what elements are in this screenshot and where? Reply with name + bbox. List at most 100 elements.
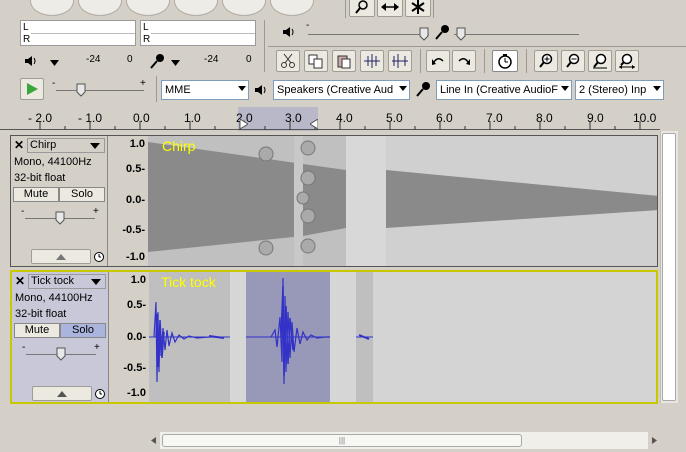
scale-label: 0.5- <box>127 299 146 311</box>
toolbar-separator <box>264 20 265 72</box>
transport-button-record[interactable] <box>270 0 314 16</box>
track-tick-tock[interactable]: ✕ Tick tock Mono, 44100Hz 32-bit float M… <box>10 270 658 404</box>
track-control-panel: ✕ Tick tock Mono, 44100Hz 32-bit float M… <box>12 272 109 402</box>
zoom-in-icon <box>539 53 553 68</box>
undo-button[interactable] <box>426 50 450 72</box>
slider-thumb-icon[interactable] <box>76 83 86 97</box>
silence-button[interactable] <box>388 50 412 72</box>
waveform-area[interactable]: Chirp <box>148 136 657 266</box>
slider-minus-label: - <box>306 20 310 31</box>
playback-volume-slider[interactable]: - <box>306 20 431 41</box>
slider-plus-label: + <box>94 342 100 353</box>
close-icon[interactable]: ✕ <box>15 274 25 288</box>
scale-label: -0.5- <box>122 224 145 236</box>
speaker-icon[interactable] <box>24 55 38 67</box>
toolbar-separator <box>433 0 434 18</box>
input-device-select[interactable]: Line In (Creative AudioF <box>436 80 572 100</box>
meter-divider <box>151 33 255 34</box>
selection-end-marker[interactable] <box>310 119 318 129</box>
timeshift-tool-button[interactable] <box>377 0 403 17</box>
scrollbar-grip: ||| <box>338 436 346 445</box>
playback-meter[interactable]: L R <box>20 20 136 46</box>
chevron-down-icon <box>653 86 661 91</box>
chevron-right-icon <box>652 437 657 444</box>
vertical-scale: 1.0 0.5- 0.0- -0.5- -1.0 <box>109 272 149 402</box>
horizontal-scrollbar-thumb[interactable]: ||| <box>162 434 522 447</box>
timeline-ruler[interactable]: - 2.0 - 1.0 0.0 1.0 2.0 3.0 4.0 5.0 6.0 … <box>0 107 660 131</box>
horizontal-scrollbar[interactable]: ||| <box>160 432 648 449</box>
transport-button-skip-end[interactable] <box>222 0 266 16</box>
playback-meter-left-label: L <box>23 22 29 33</box>
scroll-right-button[interactable] <box>648 432 660 449</box>
slider-minus-label: - <box>52 78 56 89</box>
tick-tock-waveform <box>149 272 656 402</box>
transport-button-stop[interactable] <box>126 0 170 16</box>
copy-button[interactable] <box>304 50 328 72</box>
meter-toolbar: L R L R -24 0 -24 0 <box>6 18 266 74</box>
slider-thumb-icon[interactable] <box>55 211 65 225</box>
transport-button-pause[interactable] <box>30 0 74 16</box>
zoom-tool-button[interactable] <box>349 0 375 17</box>
solo-button[interactable]: Solo <box>60 323 106 338</box>
cut-button[interactable] <box>276 50 300 72</box>
play-at-speed-toolbar: - + <box>6 76 156 102</box>
waveform-area[interactable]: Tick tock <box>149 272 656 402</box>
scale-label: -1.0 <box>126 251 145 263</box>
transport-button-skip-start[interactable] <box>174 0 218 16</box>
sync-lock-clock-icon <box>95 389 105 399</box>
vertical-scrollbar-thumb[interactable] <box>662 133 676 401</box>
track-name-menu[interactable]: Chirp <box>27 138 105 153</box>
selection-start-marker[interactable] <box>240 119 248 129</box>
slider-thumb-icon[interactable] <box>56 347 66 361</box>
track-name-menu[interactable]: Tick tock <box>28 274 106 289</box>
recording-meter[interactable]: L R <box>140 20 256 46</box>
close-icon[interactable]: ✕ <box>14 138 24 152</box>
collapse-track-button[interactable] <box>32 386 92 401</box>
mute-button[interactable]: Mute <box>13 187 59 202</box>
gain-slider[interactable]: - + <box>22 342 100 364</box>
recording-volume-slider[interactable] <box>454 24 579 41</box>
redo-icon <box>458 58 470 65</box>
paste-button[interactable] <box>332 50 356 72</box>
asterisk-icon <box>411 0 425 14</box>
input-channels-select[interactable]: 2 (Stereo) Inp <box>575 80 664 100</box>
track-chirp[interactable]: ✕ Chirp Mono, 44100Hz 32-bit float Mute … <box>10 135 658 267</box>
fit-project-button[interactable] <box>615 50 639 72</box>
scale-label: 1.0 <box>129 138 145 150</box>
gain-slider[interactable]: - + <box>21 206 99 228</box>
chevron-down-icon[interactable] <box>50 60 59 66</box>
track-bitdepth: 32-bit float <box>15 308 67 320</box>
slider-thumb-icon[interactable] <box>456 27 466 41</box>
scroll-left-button[interactable] <box>148 432 160 449</box>
play-speed-slider[interactable]: - + <box>52 78 148 98</box>
sync-lock-button[interactable] <box>492 50 518 72</box>
trim-button[interactable] <box>360 50 384 72</box>
slider-plus-label: + <box>93 206 99 217</box>
zoom-selection-icon <box>593 53 607 69</box>
toolbar-separator <box>345 0 346 18</box>
zoom-in-button[interactable] <box>534 50 558 72</box>
slider-thumb-icon[interactable] <box>419 27 429 41</box>
chevron-down-icon <box>399 86 407 91</box>
chevron-down-icon[interactable] <box>171 60 180 66</box>
output-device-select[interactable]: Speakers (Creative Aud <box>273 80 410 100</box>
redo-button[interactable] <box>452 50 476 72</box>
microphone-icon <box>416 82 430 97</box>
playback-meter-scale-min: -24 <box>86 54 101 65</box>
fit-selection-button[interactable] <box>588 50 612 72</box>
multi-tool-button[interactable] <box>405 0 431 17</box>
solo-button[interactable]: Solo <box>59 187 105 202</box>
vertical-scale: 1.0 0.5- 0.0- -0.5- -1.0 <box>108 136 148 266</box>
audio-host-select[interactable]: MME <box>161 80 249 100</box>
collapse-track-button[interactable] <box>31 249 91 264</box>
zoom-out-button[interactable] <box>561 50 585 72</box>
slider-track <box>56 90 144 91</box>
vertical-scrollbar[interactable] <box>660 131 678 403</box>
play-at-speed-button[interactable] <box>20 78 44 100</box>
track-bitdepth: 32-bit float <box>14 172 66 184</box>
microphone-icon[interactable] <box>149 53 165 69</box>
audio-host-value: MME <box>165 84 191 96</box>
mute-button[interactable]: Mute <box>14 323 60 338</box>
transport-button-play[interactable] <box>78 0 122 16</box>
trim-icon <box>364 54 380 68</box>
